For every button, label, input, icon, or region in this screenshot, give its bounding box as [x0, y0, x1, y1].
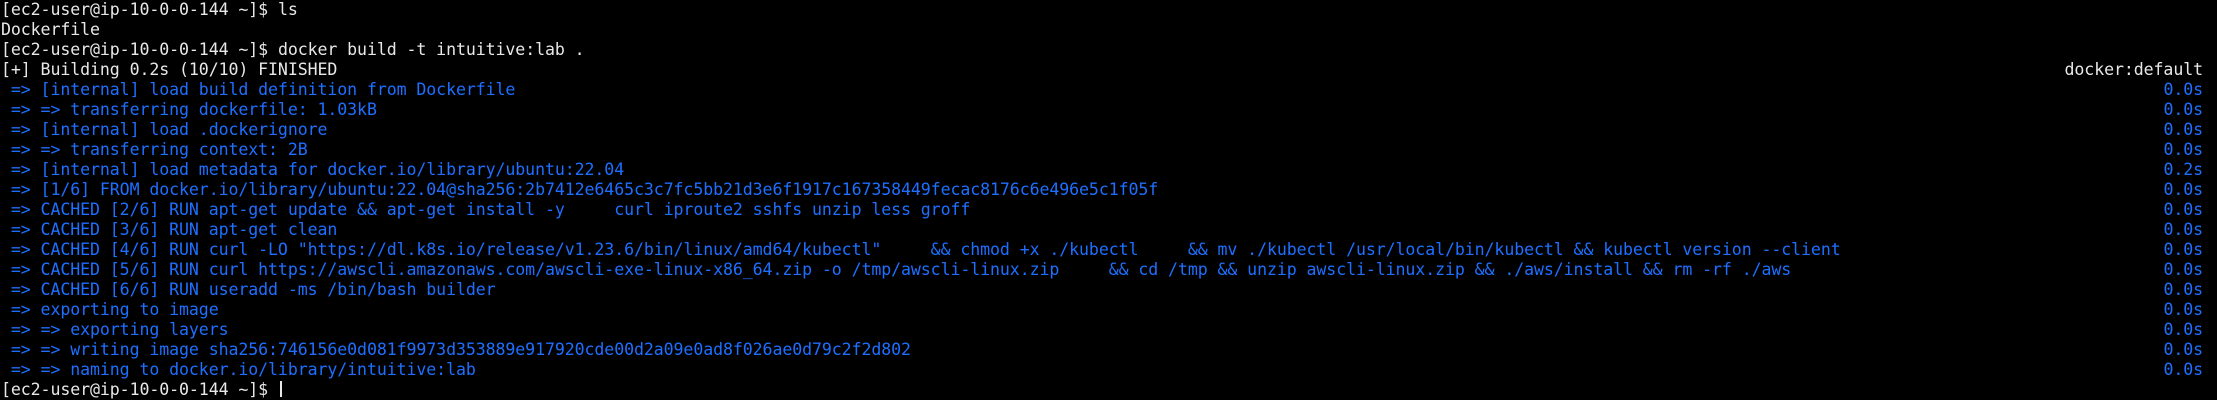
build-step: => [internal] load build definition from…	[1, 80, 2217, 100]
build-status-line: [+] Building 0.2s (10/10) FINISHED docker…	[1, 60, 2217, 80]
terminal-line-ls: [ec2-user@ip-10-0-0-144 ~]$ ls	[1, 0, 2217, 20]
build-step: => => transferring context: 2B 0.0s	[1, 140, 2217, 160]
step-time: 0.0s	[2163, 220, 2203, 239]
prompt: [ec2-user@ip-10-0-0-144 ~]$	[1, 0, 278, 19]
step-time: 0.0s	[2163, 300, 2203, 319]
build-step: => => writing image sha256:746156e0d081f…	[1, 340, 2217, 360]
build-step: => CACHED [5/6] RUN curl https://awscli.…	[1, 260, 2217, 280]
step-text: => CACHED [6/6] RUN useradd -ms /bin/bas…	[1, 280, 496, 299]
step-text: => [internal] load .dockerignore	[1, 120, 328, 139]
step-time: 0.0s	[2163, 320, 2203, 339]
build-step: => CACHED [6/6] RUN useradd -ms /bin/bas…	[1, 280, 2217, 300]
step-time: 0.0s	[2163, 280, 2203, 299]
build-step: => => transferring dockerfile: 1.03kB 0.0…	[1, 100, 2217, 120]
command-ls: ls	[277, 0, 298, 19]
step-text: => => writing image sha256:746156e0d081f…	[1, 340, 911, 359]
step-text: => => naming to docker.io/library/intuit…	[1, 360, 476, 379]
step-text: => exporting to image	[1, 300, 219, 319]
command-docker-build: docker build -t intuitive:lab .	[277, 40, 585, 59]
build-step: => [1/6] FROM docker.io/library/ubuntu:2…	[1, 180, 2217, 200]
step-text: => [1/6] FROM docker.io/library/ubuntu:2…	[1, 180, 1159, 199]
step-text: => => transferring dockerfile: 1.03kB	[1, 100, 377, 119]
build-step: => CACHED [2/6] RUN apt-get update && ap…	[1, 200, 2217, 220]
terminal-window[interactable]: [ec2-user@ip-10-0-0-144 ~]$ ls Dockerfil…	[0, 0, 2217, 400]
build-step: => CACHED [4/6] RUN curl -LO "https://dl…	[1, 240, 2217, 260]
step-time: 0.0s	[2163, 240, 2203, 259]
builder-name: docker:default	[2064, 60, 2204, 79]
build-step: => CACHED [3/6] RUN apt-get clean 0.0s	[1, 220, 2217, 240]
ls-output: Dockerfile	[1, 20, 100, 39]
prompt: [ec2-user@ip-10-0-0-144 ~]$	[1, 380, 278, 399]
text-cursor	[279, 381, 282, 397]
step-time: 0.0s	[2163, 80, 2203, 99]
step-text: => CACHED [3/6] RUN apt-get clean	[1, 220, 338, 239]
step-time: 0.0s	[2163, 140, 2203, 159]
step-time: 0.0s	[2163, 260, 2203, 279]
step-time: 0.0s	[2163, 180, 2203, 199]
step-text: => CACHED [2/6] RUN apt-get update && ap…	[1, 200, 971, 219]
step-time: 0.0s	[2163, 100, 2203, 119]
prompt: [ec2-user@ip-10-0-0-144 ~]$	[1, 40, 278, 59]
build-step: => => exporting layers 0.0s	[1, 320, 2217, 340]
build-step: => exporting to image 0.0s	[1, 300, 2217, 320]
step-time: 0.2s	[2163, 160, 2203, 179]
terminal-line-input[interactable]: [ec2-user@ip-10-0-0-144 ~]$	[1, 380, 2217, 400]
step-time: 0.0s	[2163, 360, 2203, 379]
build-step: => [internal] load .dockerignore 0.0s	[1, 120, 2217, 140]
build-step: => [internal] load metadata for docker.i…	[1, 160, 2217, 180]
step-text: => CACHED [5/6] RUN curl https://awscli.…	[1, 260, 1792, 279]
terminal-line-docker-build: [ec2-user@ip-10-0-0-144 ~]$ docker build…	[1, 40, 2217, 60]
step-text: => [internal] load build definition from…	[1, 80, 516, 99]
step-time: 0.0s	[2163, 200, 2203, 219]
step-text: => [internal] load metadata for docker.i…	[1, 160, 625, 179]
step-time: 0.0s	[2163, 340, 2203, 359]
step-text: => CACHED [4/6] RUN curl -LO "https://dl…	[1, 240, 1841, 259]
step-text: => => exporting layers	[1, 320, 229, 339]
step-time: 0.0s	[2163, 120, 2203, 139]
step-text: => => transferring context: 2B	[1, 140, 308, 159]
build-step: => => naming to docker.io/library/intuit…	[1, 360, 2217, 380]
build-status: [+] Building 0.2s (10/10) FINISHED	[1, 60, 338, 79]
